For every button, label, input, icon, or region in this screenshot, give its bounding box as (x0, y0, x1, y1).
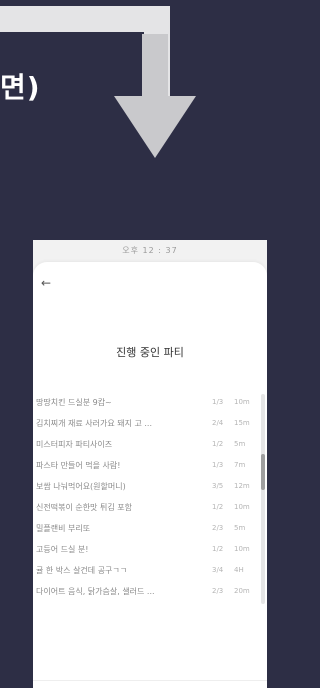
page-title: 진행 중인 파티 (116, 346, 184, 359)
party-member-count: 1/2 (212, 545, 224, 553)
divider (33, 680, 267, 681)
party-row[interactable]: 미스터피자 파티사이즈 1/2 5m (36, 434, 254, 455)
phone-screenshot: 오후 12 : 37 ← 진행 중인 파티 땅땅치킨 드실분 9캄~ 1/3 1… (33, 240, 267, 688)
party-time: 15m (234, 419, 250, 427)
party-member-count: 2/3 (212, 524, 224, 532)
party-time: 5m (234, 440, 246, 448)
party-row[interactable]: 땅땅치킨 드실분 9캄~ 1/3 10m (36, 392, 254, 413)
down-arrow-icon (114, 96, 196, 158)
party-name: 다이어트 음식, 닭가슴살, 샐러드 ... (36, 587, 155, 596)
party-time: 7m (234, 461, 246, 469)
party-row[interactable]: 보쌈 나눠먹어요(원할머니) 3/5 12m (36, 476, 254, 497)
slide-heading-fragment: 면) (0, 71, 41, 104)
party-row[interactable]: 파스타 만들어 먹을 사람! 1/3 7m (36, 455, 254, 476)
party-row[interactable]: 다이어트 음식, 닭가슴살, 샐러드 ... 2/3 20m (36, 581, 254, 602)
party-time: 5m (234, 524, 246, 532)
party-name: 귤 한 박스 살건데 공구ㄱㄱ (36, 566, 128, 575)
party-row[interactable]: 김치찌개 재료 사러가요 돼지 고 ... 2/4 15m (36, 413, 254, 434)
party-member-count: 2/3 (212, 587, 224, 595)
party-name: 보쌈 나눠먹어요(원할머니) (36, 482, 126, 491)
party-name: 밀플랜비 부리또 (36, 524, 91, 533)
party-row[interactable]: 밀플랜비 부리또 2/3 5m (36, 518, 254, 539)
party-name: 미스터피자 파티사이즈 (36, 440, 113, 449)
party-member-count: 1/3 (212, 398, 224, 406)
party-time: 10m (234, 503, 250, 511)
party-time: 10m (234, 398, 250, 406)
party-member-count: 1/3 (212, 461, 224, 469)
party-member-count: 3/5 (212, 482, 224, 490)
party-row[interactable]: 고등어 드실 분! 1/2 10m (36, 539, 254, 560)
party-name: 고등어 드실 분! (36, 545, 89, 554)
party-name: 파스타 만들어 먹을 사람! (36, 461, 121, 470)
party-list: 땅땅치킨 드실분 9캄~ 1/3 10m 김치찌개 재료 사러가요 돼지 고 .… (36, 392, 254, 602)
back-arrow-icon[interactable]: ← (41, 276, 51, 290)
scrollbar-thumb[interactable] (261, 454, 265, 490)
party-member-count: 3/4 (212, 566, 224, 574)
scrollbar-track[interactable] (261, 394, 265, 604)
party-time: 10m (234, 545, 250, 553)
party-time: 20m (234, 587, 250, 595)
party-list-sheet: ← 진행 중인 파티 땅땅치킨 드실분 9캄~ 1/3 10m 김치찌개 재료 … (33, 262, 267, 688)
party-time: 4H (234, 566, 244, 574)
party-member-count: 1/2 (212, 440, 224, 448)
party-row[interactable]: 귤 한 박스 살건데 공구ㄱㄱ 3/4 4H (36, 560, 254, 581)
party-name: 김치찌개 재료 사러가요 돼지 고 ... (36, 419, 153, 428)
party-name: 신전떡볶이 순한맛 튀김 포함 (36, 503, 132, 512)
party-member-count: 2/4 (212, 419, 224, 427)
status-bar-time: 오후 12 : 37 (122, 246, 178, 255)
party-time: 12m (234, 482, 250, 490)
party-row[interactable]: 신전떡볶이 순한맛 튀김 포함 1/2 10m (36, 497, 254, 518)
party-member-count: 1/2 (212, 503, 224, 511)
party-name: 땅땅치킨 드실분 9캄~ (36, 398, 112, 407)
down-arrow-shaft (142, 34, 168, 96)
